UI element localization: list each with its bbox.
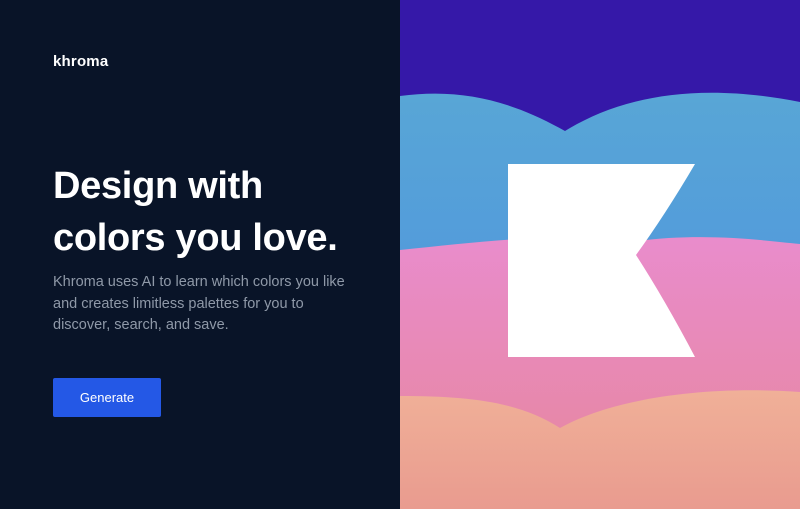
generate-button[interactable]: Generate bbox=[53, 378, 161, 417]
hero-illustration bbox=[400, 0, 800, 509]
landing-page: khroma Design with colors you love. Khro… bbox=[0, 0, 800, 509]
khroma-logo[interactable]: khroma bbox=[53, 53, 108, 70]
description-line-3: discover, search, and save. bbox=[53, 317, 229, 333]
hero-panel: khroma Design with colors you love. Khro… bbox=[0, 0, 400, 509]
headline-line-2: colors you love. bbox=[53, 217, 338, 259]
headline-line-1: Design with bbox=[53, 165, 263, 207]
description-line-2: and creates limitless palettes for you t… bbox=[53, 295, 304, 312]
wave-illustration bbox=[400, 0, 800, 509]
hero-description: Khroma uses AI to learn which colors you… bbox=[53, 272, 353, 337]
hero-headline: Design with colors you love. bbox=[53, 160, 383, 264]
description-line-1: Khroma uses AI to learn which colors you… bbox=[53, 274, 345, 290]
